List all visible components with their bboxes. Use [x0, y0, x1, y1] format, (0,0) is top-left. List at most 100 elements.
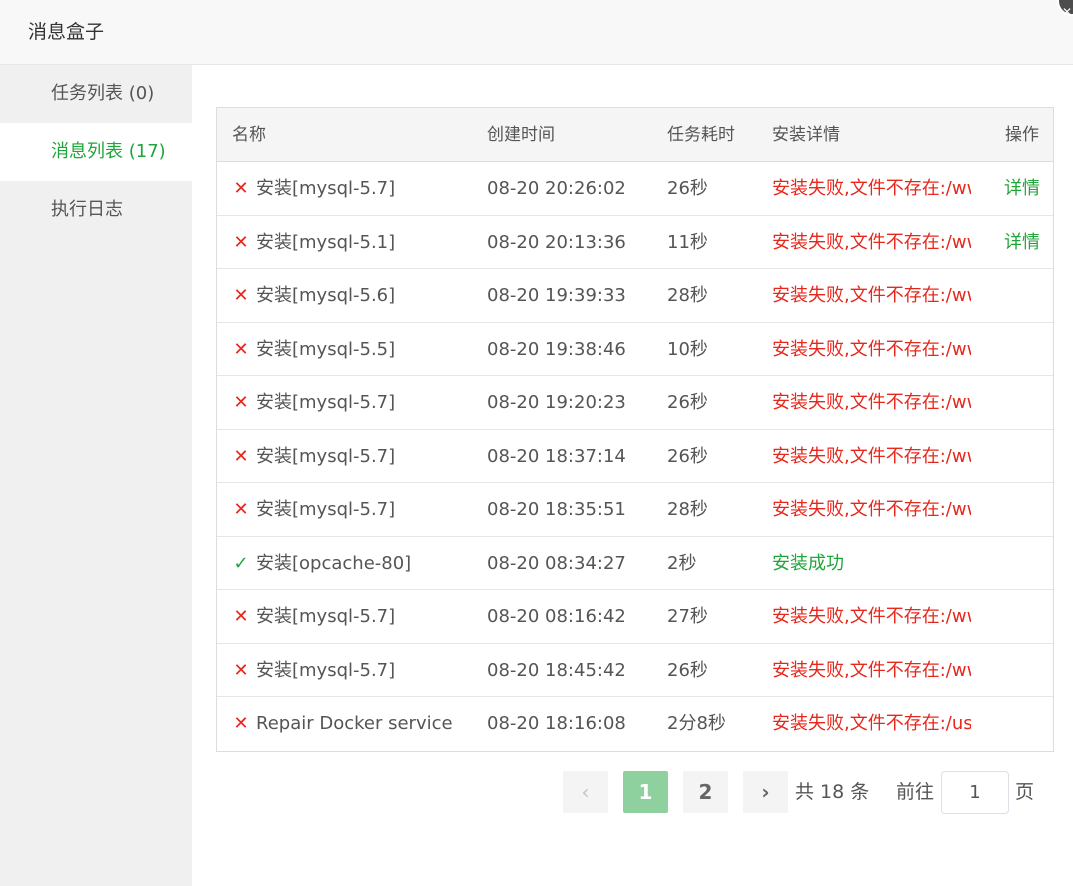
created-time: 08-20 08:16:42 [487, 606, 626, 627]
header-name: 名称 [232, 125, 266, 145]
task-duration: 26秒 [667, 392, 708, 413]
cross-icon: ✕ [233, 659, 249, 681]
created-time: 08-20 18:37:14 [487, 445, 626, 467]
task-name-cell: ✕ 安装[mysql-5.7] [232, 162, 482, 215]
task-name: 安装[mysql-5.7] [256, 659, 396, 681]
prev-page-button[interactable]: ‹ [563, 771, 608, 813]
message-table: 名称 创建时间 任务耗时 安装详情 操作 ✕ 安装[mysql-5.7] 08-20… [216, 107, 1054, 752]
goto-unit: 页 [1015, 781, 1035, 803]
task-duration: 2秒 [667, 552, 697, 574]
goto-label: 前往 [896, 781, 935, 803]
created-time: 08-20 18:16:08 [487, 713, 626, 734]
table-row: ✕ 安装[mysql-5.7] 08-20 20:26:02 26秒 安装失败,文件不存… [217, 162, 1053, 216]
task-duration: 10秒 [667, 338, 708, 360]
detail-link[interactable]: 详情 [1004, 162, 1049, 215]
task-name-cell: ✕ 安装[mysql-5.7] [232, 430, 482, 483]
table-row: ✓ 安装[opcache-80] 08-20 08:34:27 2秒 安装成功 [217, 537, 1053, 590]
task-name: 安装[opcache-80] [256, 552, 412, 574]
task-name-cell: ✓ 安装[opcache-80] [232, 537, 482, 590]
table-row: ✕ 安装[mysql-5.7] 08-20 18:35:51 28秒 安装失败,文件不存… [217, 483, 1053, 537]
message-box-dialog: 消息盒子 ✕ 任务列表 (0) 消息列表 (17) 执行日志 名称 创建时间 任… [0, 0, 1073, 886]
check-icon: ✓ [233, 552, 249, 574]
task-duration: 11秒 [667, 231, 708, 253]
task-name: 安装[mysql-5.7] [256, 178, 396, 199]
sidebar-item-message-list[interactable]: 消息列表 (17) [0, 123, 192, 181]
goto-page-input[interactable] [941, 771, 1009, 814]
chevron-left-icon: ‹ [581, 780, 590, 804]
task-name-cell: ✕ 安装[mysql-5.6] [232, 269, 482, 322]
table-header: 名称 创建时间 任务耗时 安装详情 操作 [217, 108, 1053, 162]
task-name: 安装[mysql-5.7] [256, 499, 396, 520]
task-duration: 26秒 [667, 659, 708, 681]
install-detail: 安装失败,文件不存在:/ww [772, 338, 971, 360]
page-2-button[interactable]: 2 [683, 771, 728, 813]
sidebar: 任务列表 (0) 消息列表 (17) 执行日志 [0, 65, 192, 886]
table-row: ✕ 安装[mysql-5.7] 08-20 19:20:23 26秒 安装失败,文件不存… [217, 376, 1053, 430]
table-row: ✕ 安装[mysql-5.7] 08-20 18:45:42 26秒 安装失败,文件不存… [217, 644, 1053, 697]
header-detail: 安装详情 [772, 125, 840, 145]
created-time: 08-20 20:13:36 [487, 231, 626, 253]
page-1-button[interactable]: 1 [623, 771, 668, 813]
task-name-cell: ✕ 安装[mysql-5.7] [232, 644, 482, 697]
cross-icon: ✕ [233, 285, 249, 306]
task-name: 安装[mysql-5.7] [256, 445, 396, 467]
sidebar-item-execution-log[interactable]: 执行日志 [0, 181, 192, 239]
cross-icon: ✕ [233, 392, 249, 413]
created-time: 08-20 08:34:27 [487, 552, 626, 574]
sidebar-item-task-list[interactable]: 任务列表 (0) [0, 65, 192, 123]
table-row: ✕ Repair Docker service 08-20 18:16:08 2分8秒… [217, 697, 1053, 751]
chevron-right-icon: › [761, 780, 770, 804]
close-icon: ✕ [1062, 5, 1073, 19]
table-row: ✕ 安装[mysql-5.7] 08-20 08:16:42 27秒 安装失败,文件不存… [217, 590, 1053, 644]
install-detail: 安装失败,文件不存在:/ww [772, 499, 971, 520]
install-detail: 安装失败,文件不存在:/ww [772, 178, 971, 199]
task-duration: 27秒 [667, 606, 708, 627]
task-name-cell: ✕ 安装[mysql-5.1] [232, 216, 482, 269]
table-row: ✕ 安装[mysql-5.6] 08-20 19:39:33 28秒 安装失败,文件不存… [217, 269, 1053, 323]
task-duration: 28秒 [667, 499, 708, 520]
install-detail: 安装失败,文件不存在:/us [772, 713, 971, 734]
install-detail: 安装失败,文件不存在:/ww [772, 392, 971, 413]
created-time: 08-20 18:45:42 [487, 659, 626, 681]
table-row: ✕ 安装[mysql-5.1] 08-20 20:13:36 11秒 安装失败,文件不存… [217, 216, 1053, 269]
created-time: 08-20 20:26:02 [487, 178, 626, 199]
install-detail: 安装失败,文件不存在:/ww [772, 445, 971, 467]
task-duration: 28秒 [667, 285, 708, 306]
created-time: 08-20 19:38:46 [487, 338, 626, 360]
table-row: ✕ 安装[mysql-5.5] 08-20 19:38:46 10秒 安装失败,文件不存… [217, 323, 1053, 376]
task-name: 安装[mysql-5.1] [256, 231, 396, 253]
task-name: 安装[mysql-5.7] [256, 606, 396, 627]
cross-icon: ✕ [233, 178, 249, 199]
install-detail: 安装成功 [772, 552, 844, 574]
install-detail: 安装失败,文件不存在:/ww [772, 231, 971, 253]
task-name-cell: ✕ 安装[mysql-5.7] [232, 376, 482, 429]
table-row: ✕ 安装[mysql-5.7] 08-20 18:37:14 26秒 安装失败,文件不存… [217, 430, 1053, 483]
cross-icon: ✕ [233, 231, 249, 253]
task-name: 安装[mysql-5.7] [256, 392, 396, 413]
header-operation: 操作 [1005, 125, 1039, 145]
task-duration: 26秒 [667, 178, 708, 199]
task-name-cell: ✕ 安装[mysql-5.7] [232, 483, 482, 536]
cross-icon: ✕ [233, 606, 249, 627]
task-name: 安装[mysql-5.6] [256, 285, 396, 306]
next-page-button[interactable]: › [743, 771, 788, 813]
task-name-cell: ✕ 安装[mysql-5.5] [232, 323, 482, 376]
table-body: ✕ 安装[mysql-5.7] 08-20 20:26:02 26秒 安装失败,文件不存… [217, 162, 1053, 751]
dialog-header: 消息盒子 [0, 0, 1073, 65]
created-time: 08-20 19:20:23 [487, 392, 626, 413]
install-detail: 安装失败,文件不存在:/ww [772, 606, 971, 627]
task-name-cell: ✕ 安装[mysql-5.7] [232, 590, 482, 643]
header-time: 创建时间 [487, 125, 555, 145]
dialog-title: 消息盒子 [28, 21, 105, 43]
cross-icon: ✕ [233, 499, 249, 520]
task-name-cell: ✕ Repair Docker service [232, 697, 482, 750]
created-time: 08-20 18:35:51 [487, 499, 626, 520]
detail-link[interactable]: 详情 [1004, 216, 1049, 269]
task-duration: 2分8秒 [667, 713, 726, 734]
cross-icon: ✕ [233, 338, 249, 360]
total-count: 共 18 条 [795, 781, 870, 803]
header-duration: 任务耗时 [667, 125, 735, 145]
task-name: Repair Docker service [256, 713, 453, 734]
install-detail: 安装失败,文件不存在:/ww [772, 659, 971, 681]
task-name: 安装[mysql-5.5] [256, 338, 396, 360]
